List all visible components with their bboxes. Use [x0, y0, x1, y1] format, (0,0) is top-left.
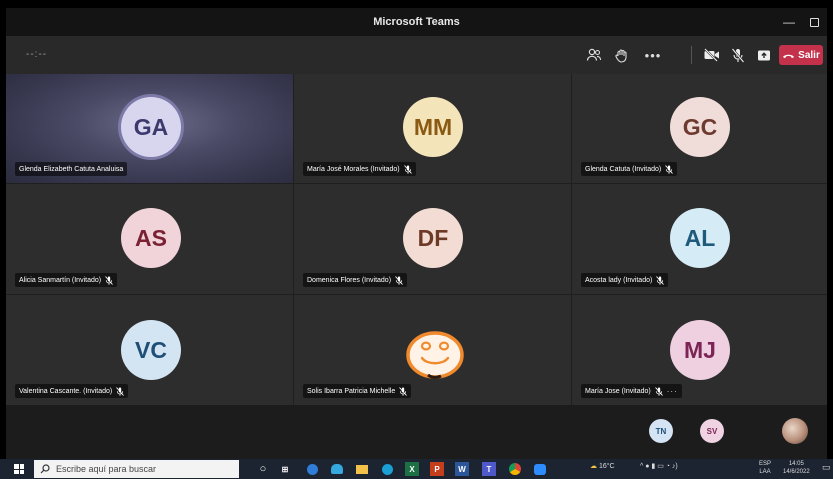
- taskbar-clock[interactable]: 14:05 14/6/2022: [783, 460, 810, 476]
- excel-icon[interactable]: X: [405, 462, 419, 476]
- file-explorer-icon[interactable]: [355, 462, 369, 476]
- participant-tile[interactable]: GA Glenda Elizabeth Catuta Analuisa: [6, 74, 293, 183]
- participant-tile[interactable]: VC Valentina Cascante. (Invitado): [6, 295, 293, 405]
- word-icon[interactable]: W: [455, 462, 469, 476]
- people-icon: [586, 48, 602, 61]
- participant-tile[interactable]: MJ María Jose (Invitado) ···: [572, 295, 827, 405]
- participant-name: Glenda Catuta (Invitado): [585, 165, 662, 173]
- powerpoint-icon[interactable]: P: [430, 462, 444, 476]
- participant-name: Valentina Cascante. (Invitado): [19, 387, 113, 395]
- muted-mic-icon: [656, 275, 665, 285]
- muted-mic-icon: [105, 275, 113, 285]
- hang-up-icon: [783, 54, 795, 58]
- teams-window: Microsoft Teams — --:-- ••• Salir GA Gle…: [6, 8, 827, 459]
- participant-name-label: Valentina Cascante. (Invitado): [15, 384, 129, 398]
- participant-avatar: AS: [121, 208, 181, 268]
- camera-off-icon: [704, 48, 719, 62]
- meeting-toolbar: --:-- ••• Salir: [6, 36, 827, 74]
- toolbar-divider: [691, 46, 692, 64]
- participant-name-label: Glenda Catuta (Invitado): [581, 162, 678, 176]
- participant-name: María Jose (Invitado): [585, 387, 651, 395]
- window-title: Microsoft Teams: [373, 16, 460, 28]
- participant-avatar: GA: [121, 97, 181, 157]
- system-tray-icons[interactable]: ^ ● ▮ ▭ ◔ ♪): [640, 462, 678, 470]
- search-icon: [40, 464, 50, 474]
- app-icon-1[interactable]: [305, 462, 319, 476]
- zoom-icon[interactable]: [533, 462, 547, 476]
- participant-tile[interactable]: AS Alicia Sanmartín (Invitado): [6, 184, 293, 294]
- participant-avatar: MM: [403, 97, 463, 157]
- participant-name-label: Solis Ibarra Patricia Michelle: [303, 384, 412, 398]
- input-language[interactable]: ESP LAA: [759, 460, 771, 476]
- more-actions-button[interactable]: •••: [643, 46, 663, 64]
- participant-name: María José Morales (Invitado): [307, 165, 400, 173]
- mic-toggle-button[interactable]: [728, 46, 748, 64]
- weather-icon: ☁: [590, 463, 597, 470]
- participant-avatar: GC: [670, 97, 730, 157]
- participant-name: Glenda Elizabeth Catuta Analuisa: [19, 165, 124, 173]
- clock-date: 14/6/2022: [783, 469, 810, 475]
- participant-name-label: Glenda Elizabeth Catuta Analuisa: [15, 162, 128, 176]
- leave-button[interactable]: Salir: [779, 45, 823, 65]
- muted-mic-icon: [399, 386, 408, 396]
- search-placeholder: Escribe aquí para buscar: [56, 464, 157, 474]
- participant-name-label: Domenica Flores (Invitado): [303, 273, 408, 287]
- participant-name-label: María Jose (Invitado) ···: [581, 384, 682, 398]
- language-layout: LAA: [759, 469, 771, 475]
- restore-icon: [809, 17, 819, 27]
- camera-toggle-button[interactable]: [702, 46, 722, 64]
- muted-mic-icon: [654, 386, 663, 396]
- leave-label: Salir: [798, 49, 820, 61]
- participant-name: Alicia Sanmartín (Invitado): [19, 276, 102, 284]
- minimize-button[interactable]: —: [778, 12, 800, 32]
- start-button[interactable]: [14, 464, 24, 474]
- weather-temp: 16°C: [598, 463, 615, 470]
- clock-time: 14:05: [788, 461, 804, 467]
- muted-mic-icon: [403, 164, 412, 174]
- participant-tile[interactable]: GC Glenda Catuta (Invitado): [572, 74, 827, 183]
- reactions-button[interactable]: [612, 46, 632, 64]
- store-icon[interactable]: [380, 462, 394, 476]
- task-view-icon[interactable]: ⊞: [278, 462, 292, 476]
- smiley-face-overlay: [406, 331, 464, 379]
- participant-name-label: Acosta lady (Invitado): [581, 273, 669, 287]
- participant-avatar: MJ: [670, 320, 730, 380]
- cortana-icon[interactable]: ○: [256, 462, 270, 476]
- restore-button[interactable]: [803, 12, 825, 32]
- participant-avatar: VC: [121, 320, 181, 380]
- participant-name: Domenica Flores (Invitado): [307, 276, 392, 284]
- participant-avatar: AL: [670, 208, 730, 268]
- share-content-button[interactable]: [754, 46, 774, 64]
- title-bar: Microsoft Teams —: [6, 8, 827, 36]
- taskbar-search[interactable]: Escribe aquí para buscar: [34, 460, 239, 478]
- participant-avatar: DF: [403, 208, 463, 268]
- overflow-participants-strip: TN SV: [6, 405, 827, 459]
- weather-widget[interactable]: ☁ 16°C: [590, 462, 615, 470]
- muted-mic-icon: [665, 164, 674, 174]
- raise-hand-icon: [615, 48, 627, 63]
- participant-name-label: María José Morales (Invitado): [303, 162, 416, 176]
- chrome-icon[interactable]: [508, 462, 522, 476]
- teams-icon[interactable]: T: [482, 462, 496, 476]
- muted-mic-icon: [395, 275, 403, 285]
- participants-button[interactable]: [584, 46, 604, 64]
- self-video-avatar[interactable]: [782, 418, 808, 444]
- mic-off-icon: [731, 47, 745, 63]
- windows-taskbar: Escribe aquí para buscar ○ ⊞ X P W T ☁ 1…: [0, 459, 833, 479]
- participant-name-label: Alicia Sanmartín (Invitado): [15, 273, 118, 287]
- language-code: ESP: [759, 461, 772, 467]
- participant-name: Acosta lady (Invitado): [585, 276, 653, 284]
- participant-tile[interactable]: AL Acosta lady (Invitado): [572, 184, 827, 294]
- more-options-icon[interactable]: ···: [667, 387, 678, 396]
- participant-name: Solis Ibarra Patricia Michelle: [307, 387, 396, 395]
- meeting-timer: --:--: [26, 49, 48, 60]
- strip-avatar-tn[interactable]: TN: [649, 419, 673, 443]
- participant-tile[interactable]: DF Domenica Flores (Invitado): [294, 184, 571, 294]
- notifications-icon[interactable]: ▭: [822, 462, 831, 473]
- strip-avatar-sv[interactable]: SV: [700, 419, 724, 443]
- participant-tile[interactable]: MM María José Morales (Invitado): [294, 74, 571, 183]
- edge-icon[interactable]: [330, 462, 344, 476]
- share-icon: [758, 50, 770, 60]
- muted-mic-icon: [116, 386, 125, 396]
